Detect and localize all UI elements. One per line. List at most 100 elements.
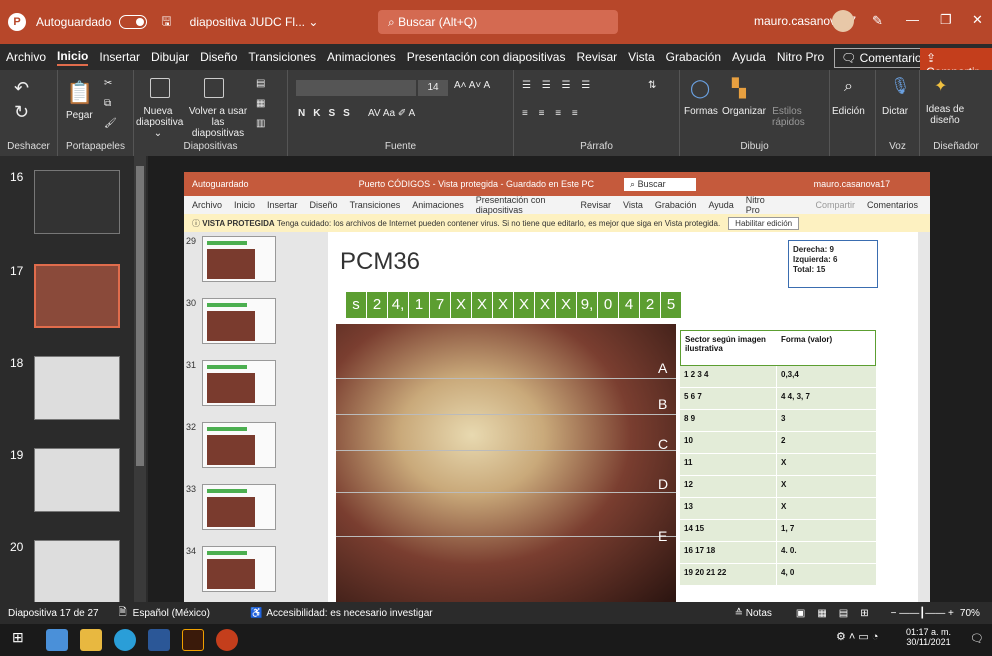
format-painter-icon[interactable]: 🖌 [104,118,117,129]
illustrator-icon[interactable] [182,629,204,651]
arrange-button[interactable]: Organizar [722,106,766,117]
accessibility-icon[interactable]: ♿ [250,608,262,619]
menu-insertar[interactable]: Insertar [99,50,140,64]
word-icon[interactable] [148,629,170,651]
menu-diseno[interactable]: Diseño [200,50,237,64]
pen-icon[interactable]: ✎ [872,13,883,29]
grow-font-icon[interactable]: A˄ A˅ A [454,80,490,91]
minimize-icon[interactable]: — [906,12,919,27]
file-explorer-icon[interactable] [80,629,102,651]
menu-archivo[interactable]: Archivo [6,50,46,64]
spellcheck-icon[interactable]: 🗎 [119,605,127,622]
font-size-input[interactable]: 14 [418,80,448,96]
zoom-level[interactable]: 70% [960,608,980,619]
cell: 16 17 18 [680,542,776,563]
inner-search[interactable]: ⌕ Buscar [624,177,696,191]
autosave-toggle[interactable] [119,15,148,29]
avatar[interactable] [832,10,854,32]
edge-icon[interactable] [114,629,136,651]
powerpoint-taskbar-icon[interactable] [216,629,238,651]
font-style-buttons[interactable]: NKSS [298,108,358,119]
slide-thumbnail-17[interactable] [34,264,120,328]
inner-thumbnail [202,484,276,530]
menu-inicio[interactable]: Inicio [57,49,89,66]
shapes-icon[interactable]: ◯ [690,78,710,99]
menu-dibujar[interactable]: Dibujar [151,50,189,64]
code-cell: X [514,292,534,318]
group-label: Diseñador [933,141,979,152]
section-icon[interactable]: ▥ [256,118,265,129]
clock[interactable]: 01:17 a. m. 30/11/2021 [906,627,951,647]
inner-slide-number: 34 [186,546,197,556]
cell: 8 9 [680,410,776,431]
slide-thumbnail-18[interactable] [34,356,120,420]
menu-transiciones[interactable]: Transiciones [248,50,316,64]
menu-vista[interactable]: Vista [628,50,654,64]
paste-button[interactable]: Pegar [66,110,93,121]
grid-line [336,414,676,415]
font-name-input[interactable] [296,80,416,96]
text-direction-icon[interactable]: ⇅ [648,80,656,91]
slide-canvas[interactable]: PCM36 Derecha: 9 Izquierda: 6 Total: 15 … [328,232,918,602]
table-row: 16 17 18 4. 0. [680,542,876,564]
reset-icon[interactable]: ▦ [256,98,265,109]
slide-thumbnail-20[interactable] [34,540,120,604]
arrange-icon[interactable]: ▚ [732,78,746,99]
close-icon[interactable]: ✕ [972,12,983,28]
notes-button[interactable]: ≙ Notas [735,608,772,619]
search-placeholder: Buscar (Alt+Q) [398,15,478,29]
microphone-icon[interactable]: 🎙 [890,76,910,96]
bullets-icon[interactable]: ☰ ☰ ☰ ☰ [522,80,594,91]
copy-icon[interactable]: ⧉ [104,98,111,109]
save-icon[interactable]: 🖫 [161,12,171,33]
find-icon[interactable]: ⌕ [844,78,853,96]
embedded-screenshot: Autoguardado Puerto CÓDIGOS - Vista prot… [184,172,930,602]
editing-button[interactable]: Edición [832,106,865,117]
code-strip: s 2 4, 1 7 X X X X X X 9, 0 4 2 5 [346,292,682,318]
undo-icon[interactable]: ↶ [14,78,29,99]
powerpoint-logo-icon: P [8,13,26,31]
menu-revisar[interactable]: Revisar [576,50,617,64]
filename[interactable]: diapositiva JUDC Fl... ⌄ [190,15,319,29]
inner-menu-item: Inicio [234,200,256,210]
cell: 4 4, 3, 7 [776,388,876,409]
search-input[interactable]: ⌕ Buscar (Alt+Q) [378,10,618,34]
new-slide-icon[interactable] [150,78,170,100]
layout-icon[interactable]: ▤ [256,78,265,89]
code-cell: X [472,292,492,318]
thumbnail-scrollbar[interactable] [134,156,146,602]
system-tray-icons[interactable]: ⚙ ˄ ▭ ◔ [836,630,879,643]
align-icon[interactable]: ≡ ≡ ≡ ≡ [522,108,582,119]
accessibility-status[interactable]: Accesibilidad: es necesario investigar [266,608,432,619]
table-row: 10 2 [680,432,876,454]
restore-icon[interactable]: ❐ [940,12,952,28]
redo-icon[interactable]: ↻ [14,102,29,123]
design-ideas-button[interactable]: Ideas de diseño [922,104,968,126]
zoom-slider[interactable]: − ——┃—— + [891,608,954,619]
slide-thumbnail-16[interactable] [34,170,120,234]
reuse-slides-button[interactable]: Volver a usar las diapositivas [186,106,250,139]
reuse-slides-icon[interactable] [204,78,224,101]
spacing-icon[interactable]: AV Aa ✐ A [368,108,415,119]
teams-icon[interactable] [46,629,68,651]
cut-icon[interactable]: ✂ [104,78,112,89]
language[interactable]: Español (México) [133,608,210,619]
menu-grabacion[interactable]: Grabación [666,50,721,64]
designer-icon[interactable]: ✦ [934,76,947,96]
slide-number: 18 [10,356,24,370]
view-buttons[interactable]: ▣▦▤⊞ [796,608,881,619]
windows-start-icon[interactable]: ⊞ [12,629,34,651]
quick-styles-button[interactable]: Estilos rápidos [772,106,805,128]
dictate-button[interactable]: Dictar [882,106,908,117]
paste-icon[interactable]: 📋 [66,80,93,106]
shapes-button[interactable]: Formas [684,106,718,117]
menu-presentacion[interactable]: Presentación con diapositivas [407,50,566,64]
menu-animaciones[interactable]: Animaciones [327,50,396,64]
cell: 10 [680,432,776,453]
menu-ayuda[interactable]: Ayuda [732,50,766,64]
inner-menu-item: Animaciones [412,200,464,210]
menu-nitro[interactable]: Nitro Pro [777,50,824,64]
slide-thumbnail-19[interactable] [34,448,120,512]
new-slide-button[interactable]: Nueva diapositiva ⌄ [136,106,183,139]
notifications-icon[interactable]: 🗨 [970,632,984,645]
